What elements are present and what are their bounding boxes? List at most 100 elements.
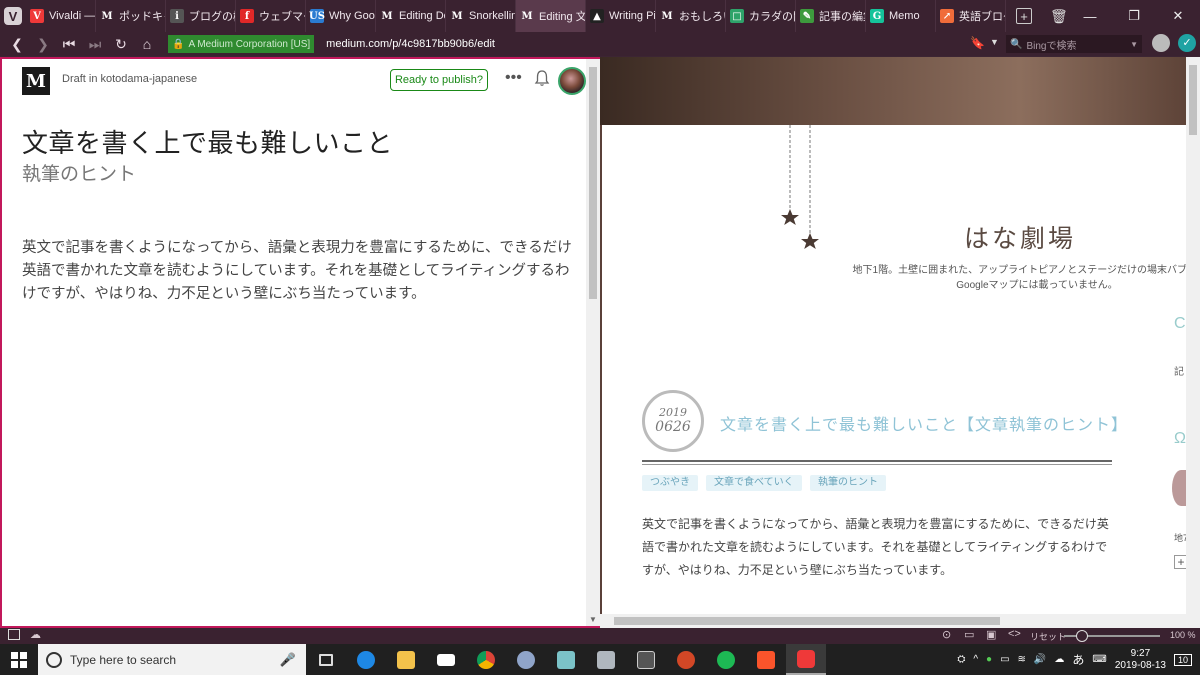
- tag-link[interactable]: つぶやき: [642, 475, 698, 491]
- tag-link[interactable]: 執筆のヒント: [810, 475, 886, 491]
- ime-indicator[interactable]: あ: [1072, 651, 1084, 668]
- task-view-icon[interactable]: [306, 644, 346, 675]
- bell-icon[interactable]: [534, 69, 550, 90]
- powerpoint-icon[interactable]: [666, 644, 706, 675]
- battery-icon[interactable]: ▭: [1000, 654, 1009, 665]
- image-icon[interactable]: ▣: [986, 628, 996, 641]
- tab[interactable]: i ブログの概要: [166, 0, 236, 32]
- security-badge[interactable]: 🔒 A Medium Corporation [US]: [168, 35, 315, 53]
- start-button[interactable]: [0, 644, 38, 675]
- paint-icon[interactable]: [506, 644, 546, 675]
- tray-app-icon[interactable]: ●: [986, 654, 992, 665]
- blog-post-title[interactable]: 文章を書く上で最も難しいこと【文章執筆のヒント】: [720, 411, 1128, 435]
- lock-icon: 🔒: [172, 38, 185, 50]
- home-button[interactable]: ⌂: [136, 33, 158, 55]
- tab[interactable]: G Memo: [866, 0, 936, 32]
- edge-icon[interactable]: [346, 644, 386, 675]
- site-title[interactable]: はな劇場: [964, 219, 1076, 255]
- zoom-reset-button[interactable]: リセット: [1030, 630, 1066, 643]
- header-image: [600, 57, 1200, 125]
- tab[interactable]: ▲ Writing Pi: [586, 0, 656, 32]
- new-tab-button[interactable]: +: [1016, 8, 1032, 24]
- clock-time: 9:27: [1130, 647, 1151, 659]
- tab[interactable]: US Why Goog: [306, 0, 376, 32]
- post-title[interactable]: 文章を書く上で最も難しいこと: [22, 123, 393, 160]
- trash-icon[interactable]: 🗑: [1050, 8, 1068, 25]
- tab[interactable]: M Editing 文: [516, 0, 586, 32]
- tab[interactable]: M おもしろいツ: [656, 0, 726, 32]
- microphone-icon[interactable]: 🎤: [280, 652, 296, 668]
- chevron-down-icon[interactable]: ▼: [990, 37, 999, 47]
- vivaldi-taskbar-icon[interactable]: [786, 644, 826, 675]
- hanging-stars-icon: [781, 125, 819, 249]
- blog-post-body: 英文で記事を書くようになってから、語彙と表現力を豊富にするために、できるだけ英語…: [642, 517, 1109, 577]
- notification-center-icon[interactable]: 10: [1173, 653, 1192, 666]
- restore-button[interactable]: ❐: [1112, 8, 1156, 24]
- scroll-down-icon[interactable]: ▼: [589, 615, 597, 624]
- brave-icon[interactable]: [746, 644, 786, 675]
- scrollbar-thumb[interactable]: [614, 617, 1000, 625]
- keyboard-icon[interactable]: ⌨: [1092, 654, 1106, 665]
- publish-button[interactable]: Ready to publish?: [390, 69, 488, 91]
- reload-button[interactable]: ↻: [110, 33, 132, 55]
- notes-icon[interactable]: [546, 644, 586, 675]
- code-icon[interactable]: <>: [1008, 628, 1021, 640]
- side-widget-icon[interactable]: C: [1174, 315, 1186, 333]
- back-button[interactable]: ❮: [6, 33, 28, 55]
- avatar[interactable]: [558, 67, 586, 95]
- site-description-line: Googleマップには載っていません。: [956, 280, 1118, 291]
- taskbar-search-input[interactable]: Type here to search 🎤: [38, 644, 306, 675]
- sticky-app-icon[interactable]: [586, 644, 626, 675]
- mail-icon[interactable]: [426, 644, 466, 675]
- medium-icon: M: [381, 10, 393, 22]
- side-widget-icon[interactable]: Ω: [1174, 430, 1186, 448]
- url-field[interactable]: medium.com/p/4c9817bb90b6/edit: [326, 38, 495, 50]
- bookmark-icon[interactable]: 🔖: [970, 36, 985, 50]
- horizontal-scrollbar[interactable]: [600, 614, 1186, 628]
- chrome-icon[interactable]: [466, 644, 506, 675]
- tab[interactable]: M Snorkellin: [446, 0, 516, 32]
- close-window-button[interactable]: ✕: [1156, 8, 1200, 24]
- post-body[interactable]: 英文で記事を書くようになってから、語彙と表現力を豊富にするために、できるだけ英語…: [22, 237, 574, 306]
- wifi-icon[interactable]: ≋: [1018, 654, 1026, 665]
- tab[interactable]: □ カラダの関係: [726, 0, 796, 32]
- volume-icon[interactable]: 🔊: [1034, 654, 1046, 665]
- tab[interactable]: ↗ 英語ブログ: [936, 0, 1006, 32]
- tag-link[interactable]: 文章で食べていく: [706, 475, 802, 491]
- calculator-icon[interactable]: [626, 644, 666, 675]
- minimize-button[interactable]: —: [1068, 9, 1112, 24]
- tab[interactable]: f ウェブマーケ: [236, 0, 306, 32]
- blog-content: はな劇場 地下1階。土壁に囲まれた、アップライトピアノとステージだけの場末バブ …: [602, 125, 1190, 628]
- vertical-scrollbar[interactable]: ▼: [586, 59, 600, 626]
- vivaldi-menu-button[interactable]: V: [0, 0, 26, 32]
- onedrive-icon[interactable]: ☁: [1054, 654, 1064, 665]
- vertical-scrollbar[interactable]: [1186, 57, 1200, 628]
- zoom-slider-handle[interactable]: [1076, 630, 1088, 642]
- more-options-button[interactable]: •••: [505, 69, 522, 87]
- medium-logo[interactable]: M: [22, 67, 50, 95]
- post-subtitle[interactable]: 執筆のヒント: [22, 159, 136, 186]
- panel-toggle-icon[interactable]: [8, 629, 20, 640]
- tab[interactable]: M ポッドキャス: [96, 0, 166, 32]
- chevron-down-icon[interactable]: ▼: [1130, 40, 1138, 49]
- tab[interactable]: M Editing Do: [376, 0, 446, 32]
- scrollbar-thumb[interactable]: [589, 67, 597, 299]
- fast-forward-button[interactable]: ⏭: [84, 33, 106, 55]
- search-input[interactable]: 🔍 Bingで検索 ▼: [1006, 35, 1142, 53]
- spotify-icon[interactable]: [706, 644, 746, 675]
- file-explorer-icon[interactable]: [386, 644, 426, 675]
- capture-icon[interactable]: ⊙: [942, 628, 951, 641]
- cloud-icon[interactable]: ☁: [30, 628, 41, 641]
- scrollbar-thumb[interactable]: [1189, 65, 1197, 135]
- forward-button[interactable]: ❯: [32, 33, 54, 55]
- clock[interactable]: 9:27 2019-08-13: [1115, 648, 1166, 672]
- tab[interactable]: ✎ 記事の編集: [796, 0, 866, 32]
- grammarly-icon: G: [870, 9, 884, 23]
- profile-avatar[interactable]: [1152, 34, 1170, 52]
- tiling-icon[interactable]: ▭: [964, 628, 974, 641]
- people-icon[interactable]: ⛭: [957, 654, 965, 665]
- sync-icon[interactable]: ✓: [1178, 34, 1196, 52]
- rewind-button[interactable]: ⏮: [58, 33, 80, 55]
- chevron-up-icon[interactable]: ^: [973, 654, 978, 665]
- tab[interactable]: V Vivaldi —: [26, 0, 96, 32]
